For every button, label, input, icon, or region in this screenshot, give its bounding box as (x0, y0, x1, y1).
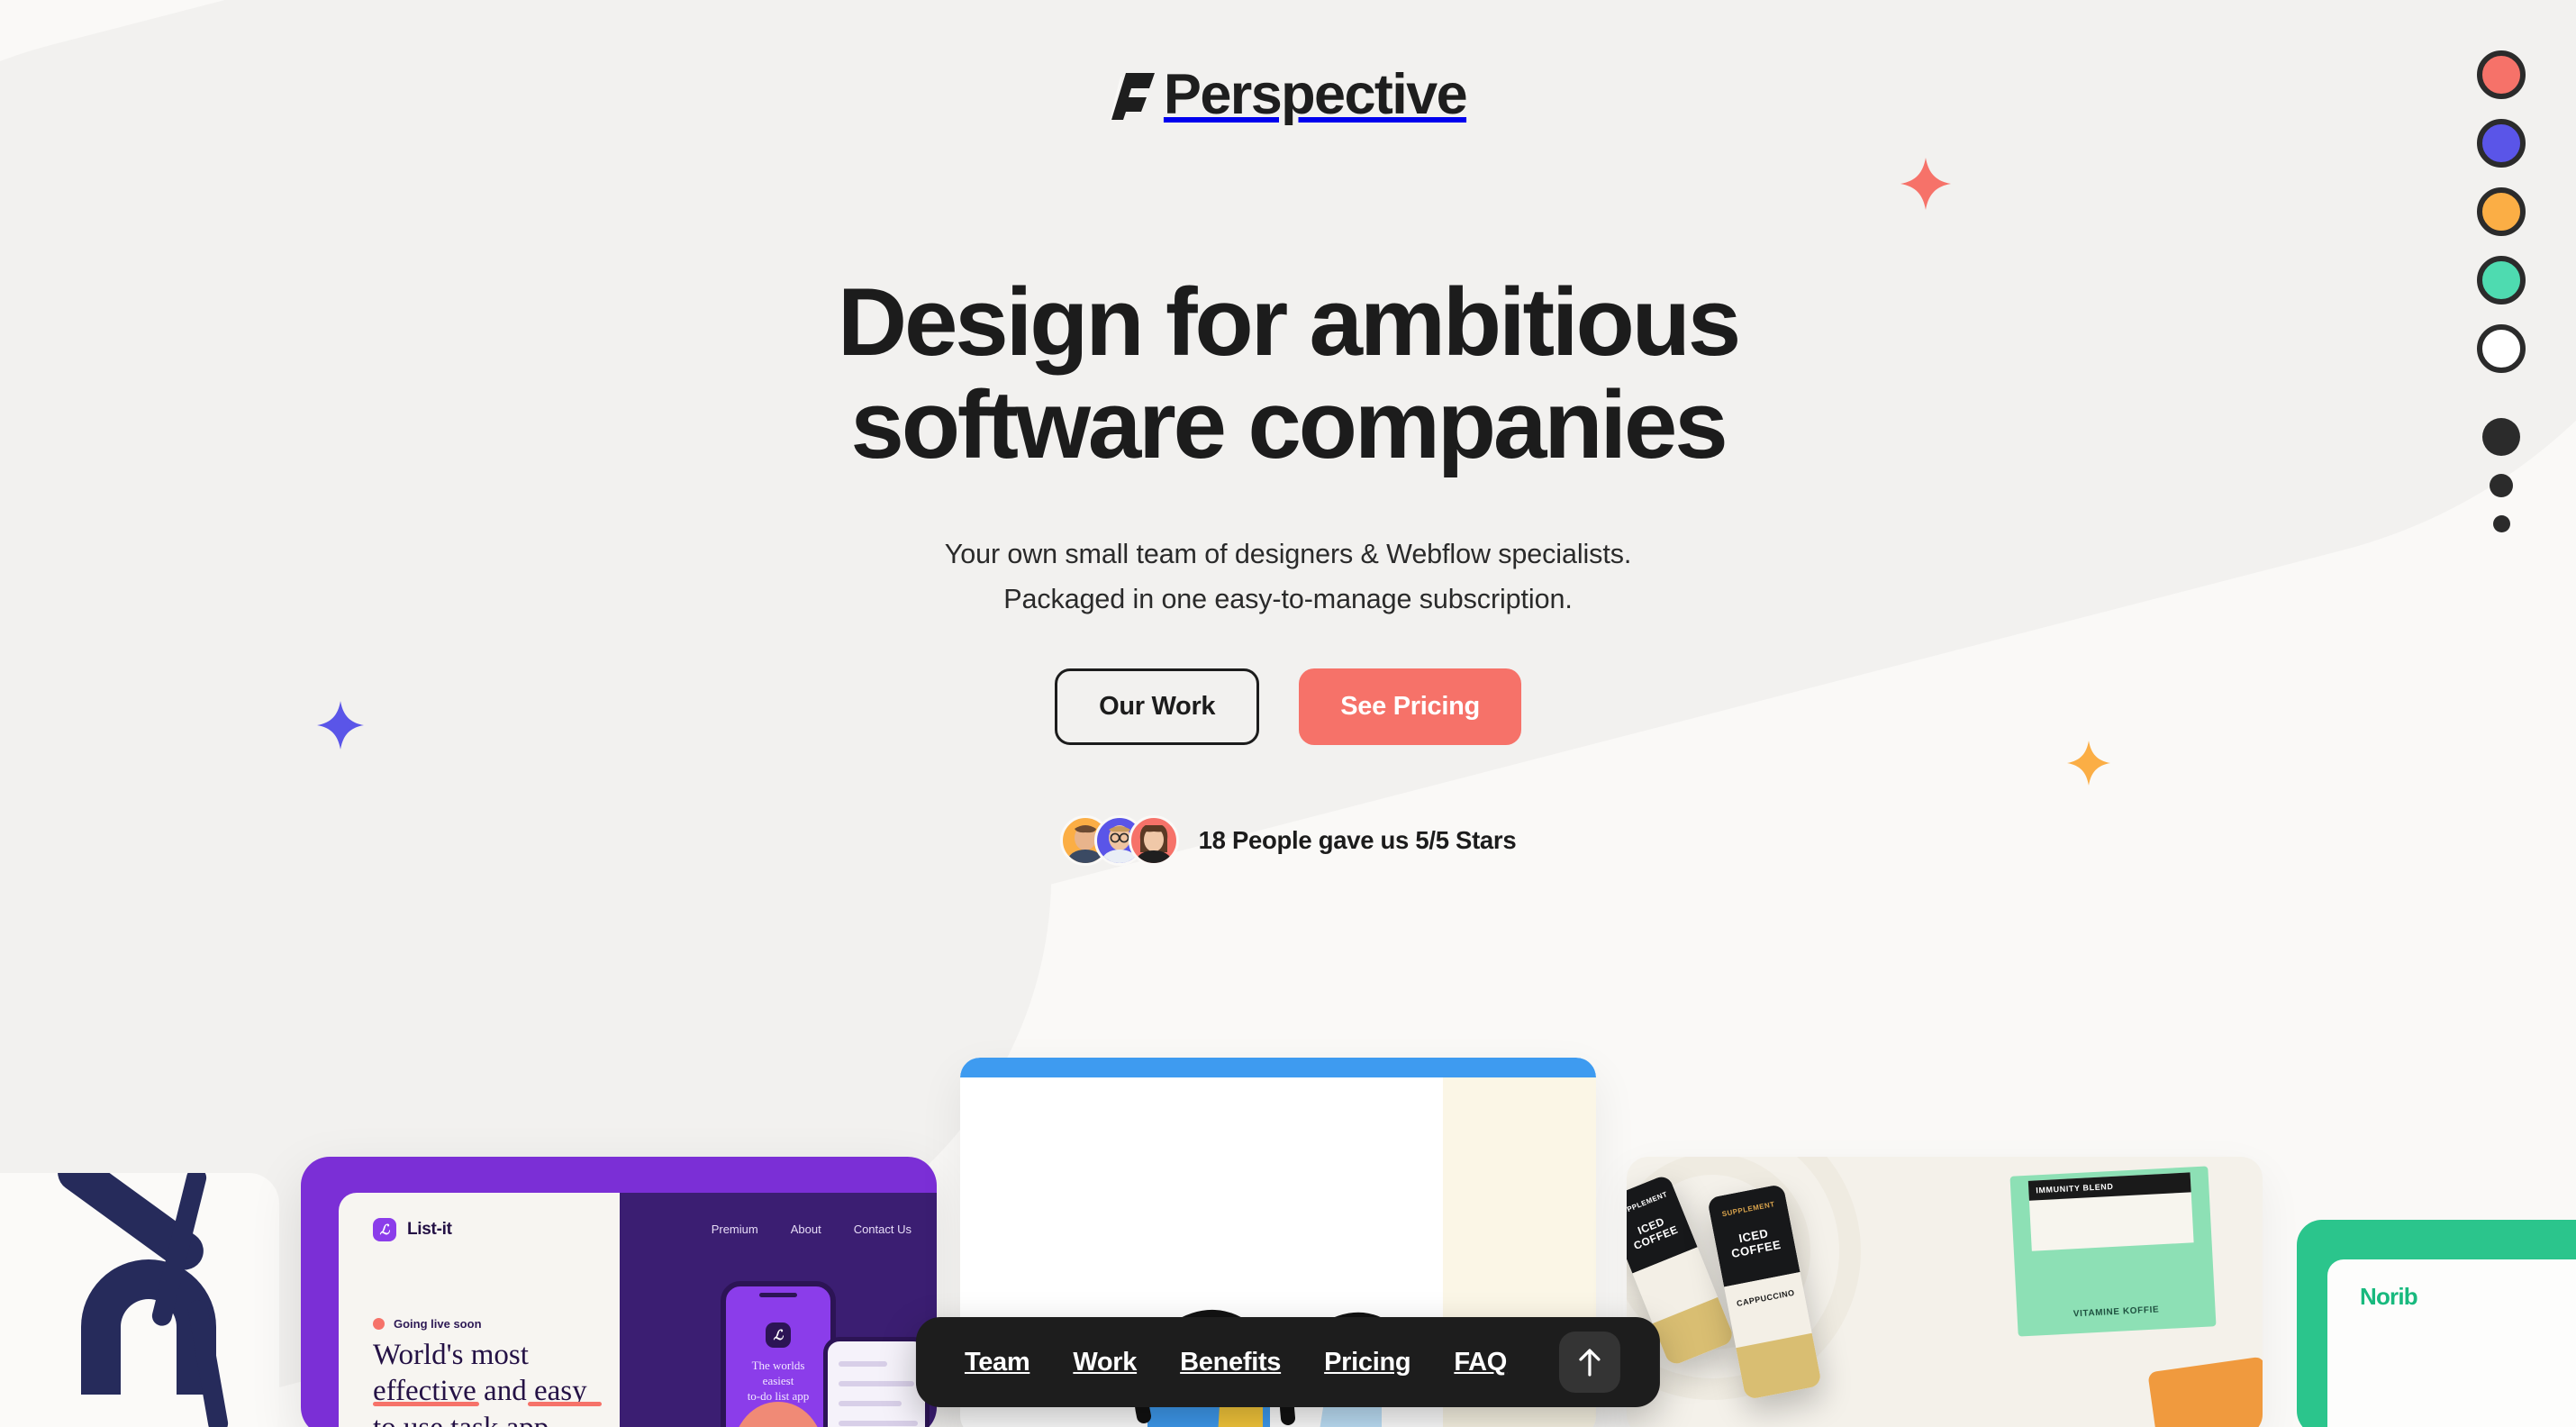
gallery-card-navy-shapes[interactable] (0, 1173, 279, 1427)
dot-small[interactable] (2492, 515, 2510, 532)
dot-large[interactable] (2482, 418, 2520, 456)
package-title: IMMUNITY BLEND (2036, 1181, 2114, 1195)
nav-item-team[interactable]: Team (965, 1348, 1030, 1377)
list-it-underline-1 (373, 1402, 479, 1406)
list-it-underline-2 (528, 1402, 602, 1406)
phone2-line (839, 1361, 887, 1367)
social-proof: 18 People gave us 5/5 Stars (0, 815, 2576, 867)
swatch-white[interactable] (2477, 324, 2526, 373)
list-it-headline: World's most effective and easy to use t… (373, 1337, 652, 1427)
landing-page: Perspective Design for ambitious softwar… (0, 0, 2576, 1427)
brand-logo-link[interactable]: Perspective (1109, 63, 1468, 126)
subtitle-line-1: Your own small team of designers & Webfl… (944, 538, 1632, 569)
page-title: Design for ambitious software companies (0, 270, 2576, 477)
see-pricing-button[interactable]: See Pricing (1299, 668, 1521, 746)
phone-caption-l2: to-do list app (747, 1388, 810, 1403)
blue-header-bar (960, 1058, 1596, 1077)
dot-medium[interactable] (2490, 474, 2513, 497)
brand-logo-container: Perspective (0, 67, 2576, 123)
swatch-teal[interactable] (2477, 256, 2526, 304)
our-work-button[interactable]: Our Work (1055, 668, 1260, 746)
phone-caption-l1: The worlds easiest (751, 1359, 805, 1387)
hero-section: Design for ambitious software companies … (0, 0, 2576, 867)
list-it-badge-icon: ℒ (373, 1218, 396, 1241)
arrow-up-icon (1579, 1349, 1601, 1377)
list-it-headline-l3: to use task app (373, 1412, 549, 1427)
phone-caption: The worlds easiest to-do list app (735, 1359, 821, 1404)
list-it-brand-name: List-it (407, 1220, 452, 1239)
avatar-face-icon (1133, 825, 1174, 864)
phone-app-icon: ℒ (766, 1322, 791, 1348)
subtitle-line-2: Packaged in one easy-to-manage subscript… (1003, 583, 1573, 614)
scroll-indicator-dots (2482, 418, 2520, 550)
norib-brand-name: Norib (2360, 1283, 2418, 1310)
list-it-browser: ℒ List-it Premium About Contact Us Going… (339, 1193, 937, 1427)
swatch-purple[interactable] (2477, 119, 2526, 168)
phone-notch (759, 1293, 797, 1297)
orange-package-shape (2147, 1356, 2263, 1427)
nav-item-work[interactable]: Work (1073, 1348, 1137, 1377)
gallery-card-list-it[interactable]: ℒ List-it Premium About Contact Us Going… (301, 1157, 937, 1427)
slanted-p-icon (1109, 72, 1155, 120)
list-it-headline-l1: World's most (373, 1339, 529, 1371)
gallery-card-norib[interactable]: Norib (2297, 1220, 2576, 1427)
phone2-line (839, 1401, 902, 1406)
avatar-group (1059, 815, 1179, 867)
list-it-nav-contact: Contact Us (853, 1222, 912, 1236)
gallery-card-iced-coffee[interactable]: SUPPLEMENT ICED COFFEE SUPPLEMENT ICED C… (1627, 1157, 2263, 1427)
package-footer-text: VITAMINE KOFFIE (2073, 1304, 2160, 1320)
headline-line-1: Design for ambitious (837, 268, 1741, 376)
list-it-nav-about: About (790, 1222, 821, 1236)
norib-browser: Norib (2327, 1259, 2576, 1427)
brand-logo-text: Perspective (1163, 63, 1468, 126)
live-dot-icon (373, 1318, 385, 1330)
nav-item-faq[interactable]: FAQ (1454, 1348, 1507, 1377)
cta-button-group: Our Work See Pricing (0, 668, 2576, 746)
swatch-coral[interactable] (2477, 50, 2526, 99)
list-it-phone-mockup: ℒ The worlds easiest to-do list app (721, 1281, 836, 1427)
package-label-tag: IMMUNITY BLEND (2027, 1172, 2194, 1251)
headline-line-2: software companies (850, 370, 1728, 479)
package-label-header: IMMUNITY BLEND (2027, 1172, 2191, 1201)
phone2-line (839, 1381, 914, 1386)
nav-item-benefits[interactable]: Benefits (1180, 1348, 1281, 1377)
list-it-nav-premium: Premium (711, 1222, 758, 1236)
list-it-nav: Premium About Contact Us (712, 1222, 912, 1236)
phone-blob-shape (733, 1402, 823, 1427)
phone2-line (839, 1421, 918, 1426)
scroll-to-top-button[interactable] (1559, 1332, 1621, 1393)
floating-navigation-bar: Team Work Benefits Pricing FAQ (915, 1317, 1661, 1407)
list-it-live-badge: Going live soon (373, 1317, 482, 1331)
list-it-logo: ℒ List-it (373, 1218, 452, 1241)
avatar-3 (1128, 815, 1179, 867)
list-it-phone-mockup-secondary (823, 1337, 930, 1427)
immunity-blend-package: IMMUNITY BLEND VITAMINE KOFFIE (2009, 1166, 2217, 1337)
swatch-orange[interactable] (2477, 187, 2526, 236)
nav-item-pricing[interactable]: Pricing (1324, 1348, 1411, 1377)
list-it-badge-text: Going live soon (394, 1317, 482, 1331)
color-swatch-rail (2477, 50, 2526, 550)
social-proof-text: 18 People gave us 5/5 Stars (1198, 826, 1517, 855)
hero-subtitle: Your own small team of designers & Webfl… (0, 532, 2576, 622)
